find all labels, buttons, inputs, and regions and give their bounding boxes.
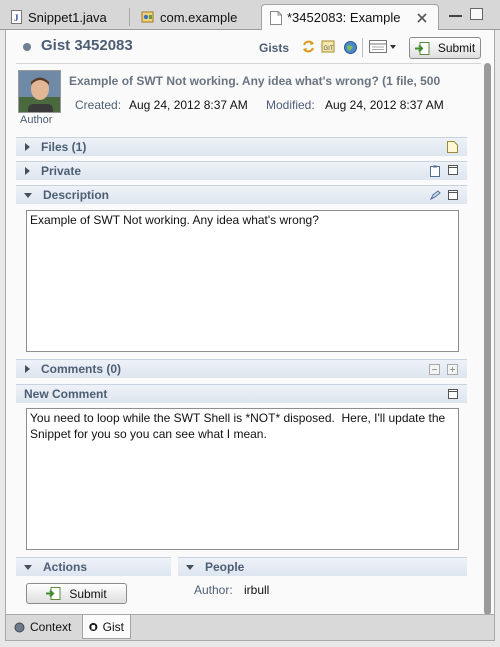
submit-icon	[414, 41, 430, 55]
section-files[interactable]: Files (1)	[16, 137, 467, 156]
collapse-icon	[24, 192, 32, 198]
toolbar-separator	[362, 38, 363, 57]
web-browser-icon[interactable]	[343, 40, 358, 55]
collapse-icon	[186, 564, 194, 570]
tab-label: Context	[30, 620, 72, 634]
page-title: Gist 3452083	[41, 37, 133, 54]
gist-editor-form: Gist 3452083 Gists GIT Submit Author Exa…	[5, 30, 495, 615]
tab-gist-editor[interactable]: *3452083: Example	[261, 4, 439, 30]
chevron-down-icon	[390, 44, 396, 49]
section-private[interactable]: Private	[16, 161, 467, 180]
created-value: Aug 24, 2012 8:37 AM	[129, 98, 248, 112]
section-actions[interactable]: Actions	[16, 557, 171, 576]
section-title: Comments (0)	[41, 362, 122, 376]
expand-all-icon[interactable]	[447, 364, 458, 375]
new-comment-textarea[interactable]: You need to loop while the SWT Shell is …	[26, 408, 459, 550]
expand-icon	[25, 143, 30, 151]
tab-gist[interactable]: Gist	[82, 615, 131, 639]
tab-label: Gist	[102, 619, 124, 634]
sync-icon[interactable]	[301, 39, 316, 54]
section-comments[interactable]: Comments (0)	[16, 359, 467, 378]
modified-value: Aug 24, 2012 8:37 AM	[325, 98, 444, 112]
maximize-section-icon[interactable]	[448, 389, 458, 399]
section-people[interactable]: People	[178, 557, 467, 576]
people-author-value[interactable]: irbull	[244, 583, 269, 597]
section-title: Files (1)	[41, 140, 87, 154]
tab-separator	[129, 8, 130, 26]
section-title: New Comment	[24, 387, 108, 401]
avatar	[18, 70, 61, 113]
created-label: Created:	[75, 98, 122, 112]
github-octocat-icon	[89, 622, 98, 631]
header-divider	[16, 63, 481, 64]
edit-icon[interactable]	[430, 190, 441, 200]
plugin-manifest-icon	[141, 11, 154, 23]
document-icon	[270, 10, 282, 25]
avatar-caption: Author	[20, 114, 53, 126]
editor-tab-bar: J Snippet1.java com.example *3452083: Ex…	[0, 0, 500, 30]
maximize-section-icon[interactable]	[448, 165, 458, 175]
expand-icon	[25, 365, 30, 373]
submit-label: Submit	[437, 41, 476, 55]
close-icon[interactable]	[417, 12, 428, 23]
minimize-icon[interactable]	[449, 15, 462, 17]
clipboard-icon[interactable]	[430, 165, 440, 177]
new-file-icon[interactable]	[447, 141, 458, 153]
vertical-scrollbar[interactable]	[484, 63, 491, 614]
modified-label: Modified:	[266, 98, 315, 112]
tab-label: com.example	[160, 9, 238, 25]
actions-submit-button[interactable]: Submit	[26, 583, 127, 604]
maximize-section-icon[interactable]	[448, 190, 458, 200]
maximize-icon[interactable]	[470, 8, 483, 20]
tab-label: Snippet1.java	[28, 9, 107, 25]
section-title: Actions	[43, 560, 88, 574]
submit-label: Submit	[69, 586, 107, 601]
section-new-comment[interactable]: New Comment	[16, 384, 467, 403]
section-title: Description	[43, 188, 110, 202]
gist-description-summary: Example of SWT Not working. Any idea wha…	[69, 74, 441, 88]
tab-label: *3452083: Example	[287, 10, 401, 25]
section-title: Private	[41, 164, 82, 178]
submit-icon	[46, 587, 61, 600]
bottom-tab-bar: Context Gist	[5, 615, 495, 641]
description-textarea[interactable]: Example of SWT Not working. Any idea wha…	[26, 210, 459, 352]
svg-text:J: J	[14, 13, 19, 23]
tab-snippet1-java[interactable]: J Snippet1.java	[3, 4, 115, 30]
menu-dropdown[interactable]	[369, 40, 396, 53]
expand-icon	[25, 167, 30, 175]
svg-text:GIT: GIT	[324, 46, 334, 52]
git-repository-icon[interactable]: GIT	[321, 39, 336, 54]
collapse-icon	[24, 564, 32, 570]
section-title: People	[205, 560, 245, 574]
java-file-icon: J	[11, 10, 22, 24]
gists-label: Gists	[259, 41, 290, 55]
menu-icon	[369, 40, 387, 53]
header-submit-button[interactable]: Submit	[409, 37, 481, 59]
tab-com-example[interactable]: com.example	[133, 4, 245, 30]
section-description[interactable]: Description	[16, 185, 467, 204]
gist-status-icon	[23, 43, 31, 51]
tab-context[interactable]: Context	[8, 615, 77, 639]
collapse-all-icon[interactable]	[429, 364, 440, 375]
people-author-label: Author:	[194, 583, 233, 597]
context-icon	[14, 622, 25, 632]
